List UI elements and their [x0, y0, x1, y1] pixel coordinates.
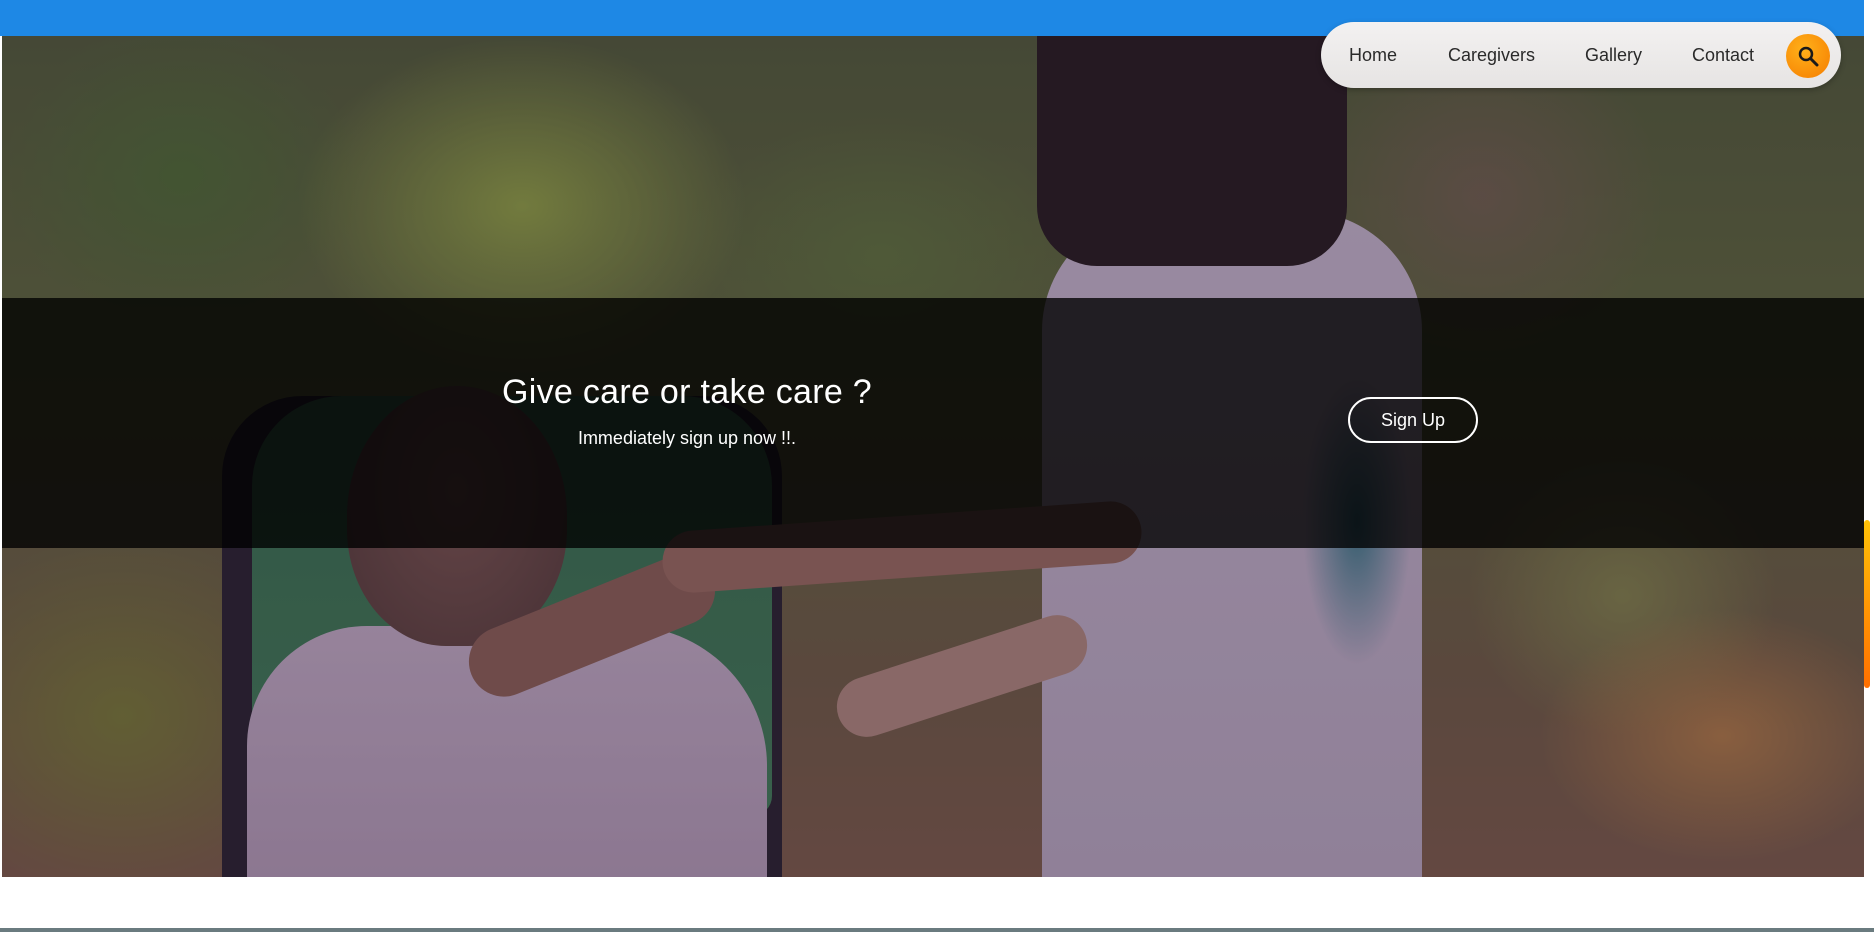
- nav-item-caregivers[interactable]: Caregivers: [1448, 22, 1535, 88]
- search-icon: [1798, 46, 1819, 67]
- scrollbar-thumb[interactable]: [1864, 520, 1870, 688]
- scrollbar-track[interactable]: [1864, 36, 1874, 932]
- cta-title: Give care or take care ?: [501, 373, 873, 411]
- cta-band: [2, 298, 1864, 548]
- signup-button[interactable]: Sign Up: [1348, 397, 1478, 443]
- cta-subtitle: Immediately sign up now !!.: [577, 428, 797, 448]
- nav-item-home[interactable]: Home: [1349, 22, 1397, 88]
- nav-item-contact[interactable]: Contact: [1692, 22, 1754, 88]
- nav-item-gallery[interactable]: Gallery: [1585, 22, 1642, 88]
- search-button[interactable]: [1786, 34, 1830, 78]
- bottom-border: [0, 928, 1874, 932]
- main-nav: Home Caregivers Gallery Contact: [1321, 22, 1841, 88]
- page: Give care or take care ? Immediately sig…: [0, 0, 1874, 932]
